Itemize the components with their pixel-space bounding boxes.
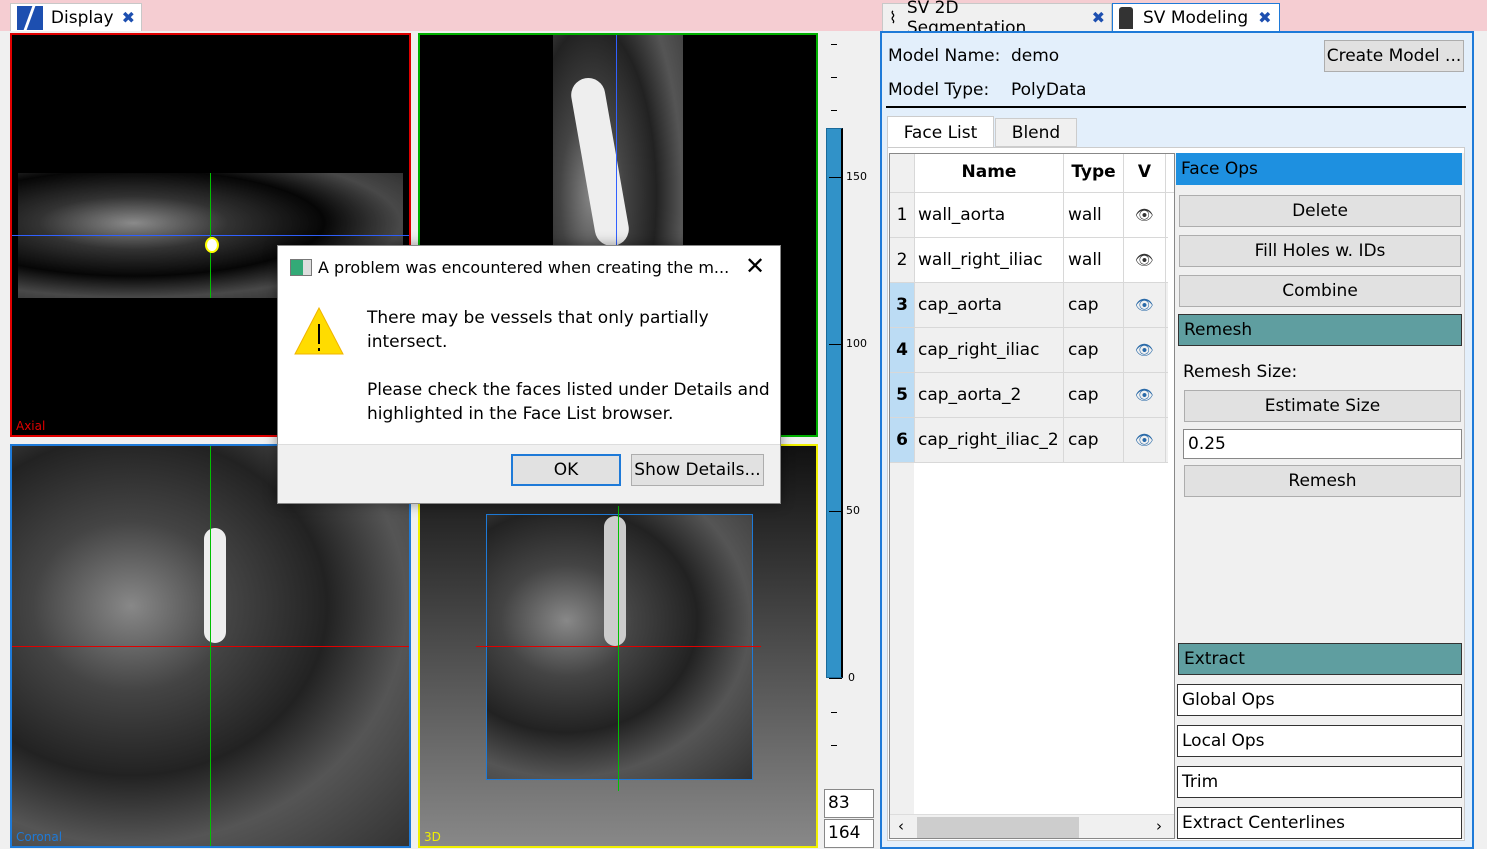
column-header-type[interactable]: Type [1063,154,1123,192]
row-number: 2 [896,250,908,270]
row-number: 6 [890,418,914,462]
table-row[interactable]: 6 cap_right_iliac_2 cap 👁 [890,418,1168,463]
face-list-table: Name Type V 1 wall_aorta wall 👁 2 wall_right_… [889,153,1175,839]
eye-icon[interactable]: 👁 [1135,251,1154,269]
face-ops-header[interactable]: Face Ops [1176,153,1462,185]
tick-label: 100 [846,337,867,350]
coronal-viewport[interactable]: Coronal [10,444,411,848]
estimate-size-button[interactable]: Estimate Size [1184,390,1461,422]
level-upper-input[interactable]: 164 [824,819,874,848]
close-icon[interactable]: ✖ [1258,8,1271,27]
dialog-title: A problem was encountered when creating … [318,258,730,277]
viewport-label: Coronal [16,830,63,844]
extract-header[interactable]: Extract [1178,643,1462,675]
tab-blend[interactable]: Blend [995,118,1077,147]
error-dialog: A problem was encountered when creating … [277,245,781,504]
display-logo-icon [17,5,43,30]
tick-label: 0 [848,671,855,684]
face-type: cap [1063,418,1123,462]
eye-icon[interactable]: 👁 [1135,386,1154,404]
close-icon[interactable]: ✕ [745,252,765,280]
row-number: 5 [890,373,914,417]
app-icon [290,259,312,276]
face-name[interactable]: wall_right_iliac [914,238,1063,282]
level-slider[interactable] [826,128,843,678]
tick-label: 150 [846,170,867,183]
remesh-header[interactable]: Remesh [1178,314,1462,346]
modeling-icon [1119,6,1133,29]
model-name-value: demo [1011,46,1060,66]
eye-icon[interactable]: 👁 [1135,206,1154,224]
face-type: cap [1063,328,1123,372]
tick-label: 50 [846,504,860,517]
ok-button[interactable]: OK [511,454,621,486]
global-ops-section[interactable]: Global Ops [1177,684,1462,716]
viewport-label: Axial [16,419,46,433]
trim-section[interactable]: Trim [1177,766,1462,798]
face-name[interactable]: wall_aorta [914,193,1063,237]
table-row[interactable]: 3 cap_aorta cap 👁 [890,283,1168,328]
row-number: 4 [890,328,914,372]
level-lower-input[interactable]: 83 [824,789,874,818]
close-icon[interactable]: ✖ [1092,8,1105,27]
face-type: cap [1063,283,1123,327]
column-header-visible[interactable]: V [1123,154,1166,192]
create-model-button[interactable]: Create Model ... [1324,40,1464,72]
face-type: wall [1063,193,1123,237]
face-type: wall [1063,238,1123,282]
divider [886,106,1466,108]
table-row[interactable]: 2 wall_right_iliac wall 👁 [890,238,1168,283]
tab-label: Display [50,7,114,28]
dialog-detail: Please check the faces listed under Deta… [367,380,770,424]
tab-label: SV Modeling [1143,7,1249,28]
model-name-label: Model Name: [888,46,1001,66]
3d-viewport[interactable]: 3D [418,444,818,848]
scrollbar-thumb[interactable] [917,817,1079,838]
tab-face-list[interactable]: Face List [887,116,994,149]
eye-icon[interactable]: 👁 [1135,341,1154,359]
extract-centerlines-section[interactable]: Extract Centerlines [1177,807,1462,839]
scroll-left-icon[interactable]: ‹ [898,817,904,835]
segmentation-icon: ⌇ [889,8,897,27]
local-ops-section[interactable]: Local Ops [1177,725,1462,757]
table-row[interactable]: 5 cap_aorta_2 cap 👁 [890,373,1168,418]
row-number: 1 [896,205,908,225]
table-row[interactable]: 4 cap_right_iliac cap 👁 [890,328,1168,373]
viewport-label: 3D [424,830,441,844]
face-name[interactable]: cap_right_iliac [914,328,1063,372]
show-details-button[interactable]: Show Details... [631,454,764,486]
face-name[interactable]: cap_aorta_2 [914,373,1063,417]
combine-button[interactable]: Combine [1179,275,1461,307]
close-icon[interactable]: ✖ [122,8,135,27]
face-name[interactable]: cap_aorta [914,283,1063,327]
remesh-size-label: Remesh Size: [1183,362,1298,382]
table-header: Name Type V [890,154,1174,193]
remesh-size-input[interactable]: 0.25 [1183,429,1462,459]
face-name[interactable]: cap_right_iliac_2 [914,418,1063,462]
row-number: 3 [890,283,914,327]
warning-icon [294,306,344,355]
table-row[interactable]: 1 wall_aorta wall 👁 [890,193,1168,238]
horizontal-scrollbar[interactable]: ‹ › [890,814,1174,838]
tab-sv-modeling[interactable]: SV Modeling ✖ [1112,3,1280,31]
column-header-name[interactable]: Name [914,154,1063,192]
tab-display[interactable]: Display ✖ [10,3,142,31]
eye-icon[interactable]: 👁 [1135,296,1154,314]
model-type-label: Model Type: [888,80,990,100]
eye-icon[interactable]: 👁 [1135,431,1154,449]
delete-button[interactable]: Delete [1179,195,1461,227]
model-type-value: PolyData [1011,80,1087,100]
dialog-message: There may be vessels that only partially… [367,308,709,352]
remesh-button[interactable]: Remesh [1184,465,1461,497]
face-type: cap [1063,373,1123,417]
scroll-right-icon[interactable]: › [1156,817,1162,835]
tab-sv-2d-segmentation[interactable]: ⌇ SV 2D Segmentation ✖ [882,0,1112,38]
fill-holes-button[interactable]: Fill Holes w. IDs [1179,235,1461,267]
